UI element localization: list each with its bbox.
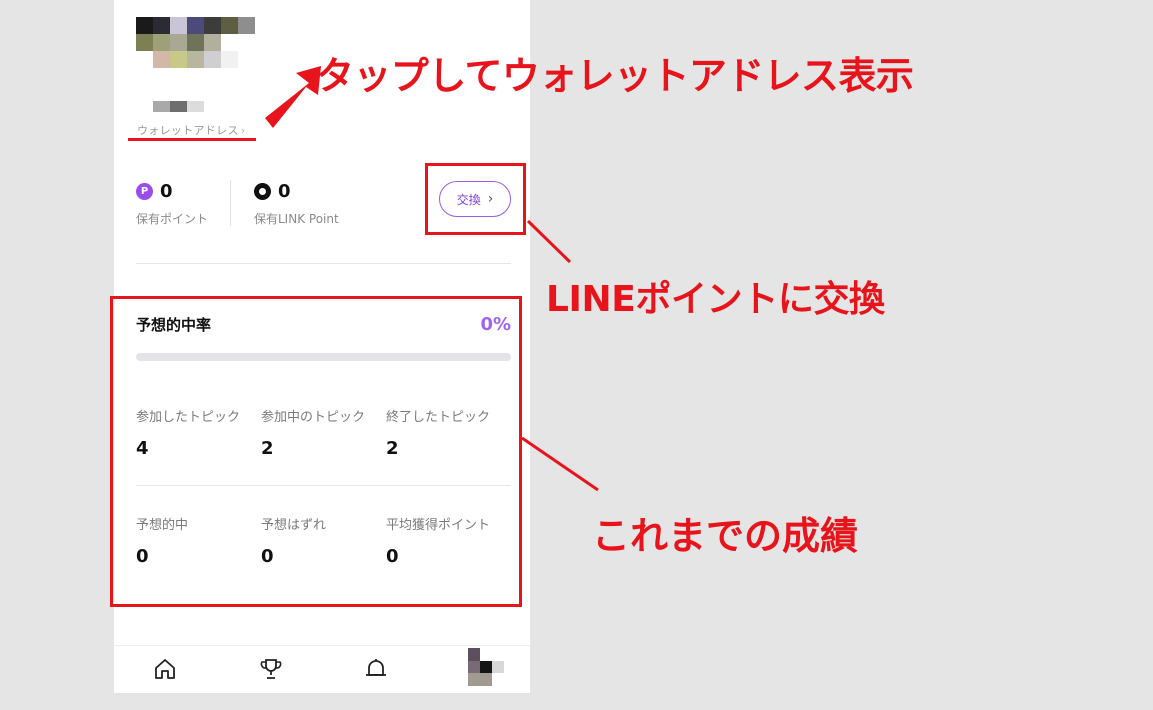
wallet-tip-caption: タップしてウォレットアドレス表示 [316,54,914,98]
red-arrow-icon [265,66,321,128]
exchange-tip-caption: LINEポイントに交換 [546,279,885,320]
record-tip-caption: これまでの成績 [592,514,859,558]
record-callout-line [521,436,599,492]
annotation-arrows [265,66,599,492]
exchange-callout-line [526,219,572,264]
